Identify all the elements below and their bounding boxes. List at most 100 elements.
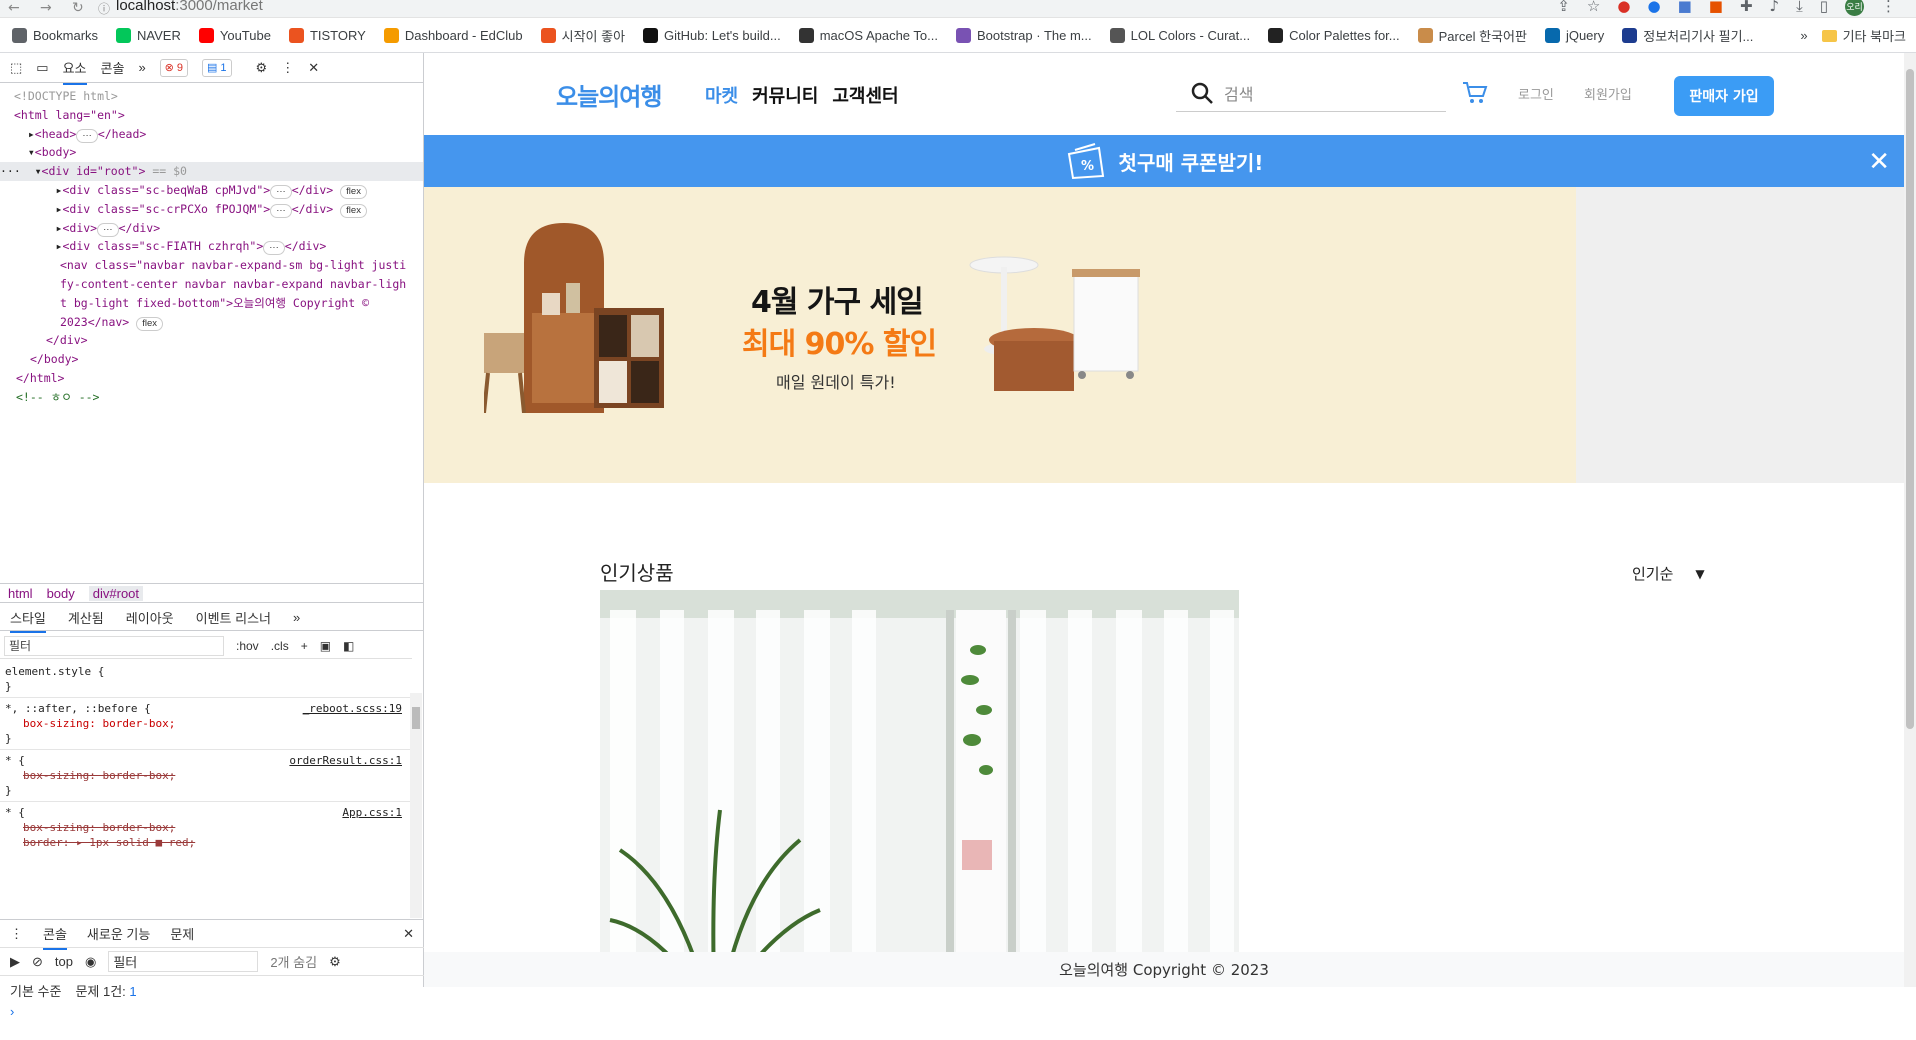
bookmark-item[interactable]: 시작이 좋아 <box>540 26 625 45</box>
console-settings-icon[interactable]: ⚙ <box>329 954 341 970</box>
eye-icon[interactable]: ◉ <box>85 954 96 970</box>
close-drawer-icon[interactable]: ✕ <box>403 926 414 942</box>
bookmark-item[interactable]: Bootstrap · The m... <box>955 27 1092 43</box>
tab-console[interactable]: 콘솔 <box>101 58 125 77</box>
bookmark-item[interactable]: jQuery <box>1544 27 1604 43</box>
info-icon[interactable]: ⓘ <box>98 0 110 17</box>
bookmark-item[interactable]: Parcel 한국어판 <box>1417 26 1527 45</box>
tab-computed[interactable]: 계산됨 <box>68 608 104 627</box>
cart-icon[interactable] <box>1462 81 1488 105</box>
bookmark-item[interactable]: Color Palettes for... <box>1268 27 1400 43</box>
profile-avatar[interactable]: 오리 <box>1845 0 1864 16</box>
clear-icon[interactable]: ⊘ <box>32 954 43 970</box>
source-link[interactable]: App.css:1 <box>342 805 402 820</box>
settings-gear-icon[interactable]: ⚙ <box>256 60 268 76</box>
console-filter-input[interactable]: 필터 <box>108 951 259 972</box>
bookmark-item[interactable]: 정보처리기사 필기... <box>1622 26 1753 45</box>
bookmark-item[interactable]: macOS Apache To... <box>798 27 938 43</box>
issues-button[interactable]: 문제 1건: 1 <box>75 981 136 1000</box>
cls-toggle[interactable]: .cls <box>271 639 289 653</box>
coupon-banner[interactable]: % 첫구매 쿠폰받기! ✕ <box>424 135 1904 187</box>
source-link[interactable]: orderResult.css:1 <box>289 753 402 768</box>
other-bookmarks[interactable]: 기타 북마크 <box>1821 26 1906 45</box>
url-input[interactable]: localhost:3000/market <box>116 0 263 14</box>
inspect-icon[interactable]: ⬚ <box>10 60 22 76</box>
styles-filter-input[interactable]: 필터 <box>4 635 224 656</box>
site-logo[interactable]: 오늘의여행 <box>556 77 662 112</box>
more-tabs-icon[interactable]: » <box>138 60 145 75</box>
promo-banner[interactable]: 4월 가구 세일 최대 90% 할인 매일 원데이 특가! <box>424 187 1576 483</box>
tab-elements[interactable]: 요소 <box>62 58 87 85</box>
dom-node[interactable]: 2023</nav> flex <box>0 313 423 332</box>
sort-select[interactable]: 인기순 ▼ <box>1632 563 1705 584</box>
dom-node[interactable]: <html lang="en"> <box>0 106 423 125</box>
kebab-menu-icon[interactable]: ⋮ <box>281 60 294 76</box>
login-link[interactable]: 로그인 <box>1518 84 1554 103</box>
back-icon[interactable]: ← <box>8 0 20 16</box>
signup-link[interactable]: 회원가입 <box>1584 84 1632 103</box>
bookmark-item[interactable]: LOL Colors - Curat... <box>1109 27 1250 43</box>
more-tabs-icon[interactable]: » <box>293 610 300 625</box>
tab-whats-new[interactable]: 새로운 기능 <box>87 924 150 943</box>
dom-node[interactable]: </div> <box>0 331 423 350</box>
breadcrumb-item[interactable]: body <box>47 586 75 601</box>
bookmark-item[interactable]: NAVER <box>116 27 181 43</box>
reload-icon[interactable]: ↻ <box>72 0 84 16</box>
level-select[interactable]: 기본 수준 <box>10 981 61 1000</box>
hov-toggle[interactable]: :hov <box>236 639 259 653</box>
breadcrumb-item[interactable]: div#root <box>88 585 144 601</box>
paint-icon[interactable]: ▣ <box>320 639 331 653</box>
dom-node[interactable]: ▸<div class="sc-FIATH czhrqh"> ··· </div> <box>0 237 423 256</box>
add-rule-icon[interactable]: + <box>301 639 308 653</box>
sidepanel-icon[interactable]: ▯ <box>1820 0 1828 16</box>
dom-node[interactable]: ▸<head> ··· </head> <box>0 125 423 144</box>
tab-issues[interactable]: 문제 <box>170 924 194 943</box>
dom-node-selected[interactable]: ··· ▾<div id="root"> == $0 <box>0 162 423 181</box>
bookmark-item[interactable]: TISTORY <box>288 27 366 43</box>
bookmark-star-icon[interactable]: ☆ <box>1587 0 1600 16</box>
search-input[interactable]: 검색 <box>1224 81 1253 105</box>
bookmark-item[interactable]: Bookmarks <box>12 27 98 43</box>
console-prompt[interactable]: › <box>0 1004 424 1019</box>
extension-icon[interactable]: ■ <box>1678 0 1692 16</box>
dom-node[interactable]: ▸<div> ··· </div> <box>0 219 423 238</box>
bookmarks-more-icon[interactable]: » <box>1800 28 1807 43</box>
context-select[interactable]: top <box>55 954 73 969</box>
nav-community[interactable]: 커뮤니티 <box>752 82 818 108</box>
dom-node[interactable]: ▾<body> <box>0 143 423 162</box>
close-devtools-icon[interactable]: ✕ <box>308 60 319 76</box>
nav-market[interactable]: 마켓 <box>705 82 738 108</box>
drawer-menu-icon[interactable]: ⋮ <box>10 926 23 942</box>
tab-layout[interactable]: 레이아웃 <box>126 608 174 627</box>
source-link[interactable]: _reboot.scss:19 <box>303 701 402 716</box>
nav-support[interactable]: 고객센터 <box>832 82 898 108</box>
menu-icon[interactable]: ⋮ <box>1881 0 1896 16</box>
bookmark-item[interactable]: YouTube <box>198 27 271 43</box>
seller-signup-button[interactable]: 판매자 가입 <box>1674 76 1774 116</box>
tab-styles[interactable]: 스타일 <box>10 608 46 633</box>
device-toggle-icon[interactable]: ▭ <box>36 60 48 76</box>
sidebar-toggle-icon[interactable]: ◧ <box>343 639 354 653</box>
dom-node[interactable]: ▸<div class="sc-crPCXo fPOJQM"> ··· </div>… <box>0 200 423 219</box>
download-icon[interactable]: ⤓ <box>1796 0 1803 16</box>
dom-node[interactable]: <!-- ㅎㅇ --> <box>0 388 423 407</box>
puzzle-icon[interactable]: ✚ <box>1740 0 1753 16</box>
sidebar-icon[interactable]: ▶ <box>10 954 20 970</box>
share-icon[interactable]: ⇪ <box>1557 0 1570 16</box>
forward-icon[interactable]: → <box>40 0 52 16</box>
dom-node[interactable]: </body> <box>0 350 423 369</box>
extension-icon[interactable]: ● <box>1617 0 1630 16</box>
bookmark-item[interactable]: Dashboard - EdClub <box>383 27 523 43</box>
page-scrollbar[interactable] <box>1904 53 1916 987</box>
dom-node[interactable]: <nav class="navbar navbar-expand-sm bg-l… <box>0 256 423 275</box>
dom-node[interactable]: fy-content-center navbar navbar-expand n… <box>0 275 423 294</box>
close-icon[interactable]: ✕ <box>1868 147 1890 177</box>
styles-scrollbar[interactable] <box>410 693 422 918</box>
breadcrumb-item[interactable]: html <box>8 586 33 601</box>
dom-node[interactable]: t bg-light fixed-bottom">오늘의여행 Copyright… <box>0 294 423 313</box>
message-badge[interactable]: ▤ 1 <box>202 58 232 77</box>
search-bar[interactable]: 검색 <box>1176 74 1446 112</box>
extension-icon[interactable]: ■ <box>1709 0 1723 16</box>
error-badge[interactable]: ⊗ 9 <box>159 58 189 77</box>
dom-node[interactable]: ▸<div class="sc-beqWaB cpMJvd"> ··· </div>… <box>0 181 423 200</box>
